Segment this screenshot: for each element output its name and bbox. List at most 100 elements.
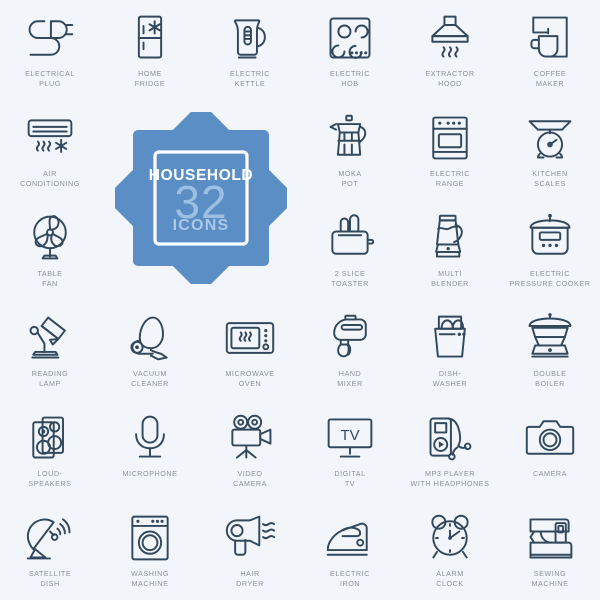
badge-star-shape bbox=[115, 112, 287, 284]
reading-lamp-icon bbox=[21, 312, 79, 364]
electric-hob-icon bbox=[321, 12, 379, 64]
satellite-dish-icon bbox=[21, 512, 79, 564]
icon-label: ELECTRIC RANGE bbox=[430, 169, 470, 189]
icon-label: COFFEE MAKER bbox=[533, 69, 567, 89]
air-conditioning-icon bbox=[21, 112, 79, 164]
icon-label: CAMERA bbox=[532, 469, 568, 478]
icon-cell-loudspeakers[interactable]: LOUD- SPEAKERS bbox=[0, 400, 100, 500]
sewing-machine-icon bbox=[521, 512, 579, 564]
icon-label: 2 SLICE TOASTER bbox=[331, 269, 369, 289]
loudspeakers-icon bbox=[21, 412, 79, 464]
icon-cell-extractor-hood[interactable]: EXTRACTOR HOOD bbox=[400, 0, 500, 100]
icon-label: ELECTRIC PRESSURE COOKER bbox=[509, 269, 591, 289]
washing-machine-icon bbox=[121, 512, 179, 564]
digital-tv-icon: TV bbox=[321, 412, 379, 464]
icon-cell-microphone[interactable]: MICROPHONE bbox=[100, 400, 200, 500]
electric-kettle-icon bbox=[221, 12, 279, 64]
icon-cell-electrical-plug[interactable]: ELECTRICAL PLUG bbox=[0, 0, 100, 100]
icon-label: HOME FRIDGE bbox=[134, 69, 166, 89]
icon-cell-two-slice-toaster[interactable]: 2 SLICE TOASTER bbox=[300, 200, 400, 300]
video-camera-icon bbox=[221, 412, 279, 464]
icon-label: ELECTRIC IRON bbox=[330, 569, 370, 589]
alarm-clock-icon bbox=[421, 512, 479, 564]
icon-cell-electric-kettle[interactable]: ELECTRIC KETTLE bbox=[200, 0, 300, 100]
icon-label: DOUBLE BOILER bbox=[533, 369, 567, 389]
icon-cell-reading-lamp[interactable]: READING LAMP bbox=[0, 300, 100, 400]
two-slice-toaster-icon bbox=[321, 212, 379, 264]
icon-cell-mp3-player-with-headphones[interactable]: MP3 PLAYER WITH HEADPHONES bbox=[400, 400, 500, 500]
icon-label: LOUD- SPEAKERS bbox=[28, 469, 72, 489]
digital-tv-screen-text: TV bbox=[341, 428, 360, 444]
icon-cell-air-conditioning[interactable]: AIR CONDITIONING bbox=[0, 100, 100, 200]
icon-cell-camera[interactable]: CAMERA bbox=[500, 400, 600, 500]
icon-cell-coffee-maker[interactable]: COFFEE MAKER bbox=[500, 0, 600, 100]
home-fridge-icon bbox=[121, 12, 179, 64]
icon-label: KITCHEN SCALES bbox=[532, 169, 568, 189]
icon-cell-electric-iron[interactable]: ELECTRIC IRON bbox=[300, 500, 400, 600]
icon-cell-moka-pot[interactable]: MOKA POT bbox=[300, 100, 400, 200]
icon-cell-video-camera[interactable]: VIDEO CAMERA bbox=[200, 400, 300, 500]
icon-sheet: ELECTRICAL PLUG HOME FRIDGE ELECTRIC KET… bbox=[0, 0, 600, 600]
icon-cell-alarm-clock[interactable]: ALARM CLOCK bbox=[400, 500, 500, 600]
icon-label: READING LAMP bbox=[31, 369, 69, 389]
icon-grid: ELECTRICAL PLUG HOME FRIDGE ELECTRIC KET… bbox=[0, 0, 600, 600]
electric-pressure-cooker-icon bbox=[521, 212, 579, 264]
icon-label: WASHING MACHINE bbox=[131, 569, 169, 589]
icon-cell-electric-hob[interactable]: ELECTRIC HOB bbox=[300, 0, 400, 100]
dishwasher-icon bbox=[421, 312, 479, 364]
mp3-player-with-headphones-icon bbox=[421, 412, 479, 464]
vacuum-cleaner-icon bbox=[121, 312, 179, 364]
icon-cell-table-fan[interactable]: TABLE FAN bbox=[0, 200, 100, 300]
extractor-hood-icon bbox=[421, 12, 479, 64]
icon-label: ALARM CLOCK bbox=[436, 569, 464, 589]
icon-label: VACUUM CLEANER bbox=[131, 369, 169, 389]
icon-label: SATELLITE DISH bbox=[28, 569, 72, 589]
icon-cell-electric-range[interactable]: ELECTRIC RANGE bbox=[400, 100, 500, 200]
icon-label: MICROWAVE OVEN bbox=[225, 369, 275, 389]
hair-dryer-icon bbox=[221, 512, 279, 564]
icon-cell-satellite-dish[interactable]: SATELLITE DISH bbox=[0, 500, 100, 600]
kitchen-scales-icon bbox=[521, 112, 579, 164]
icon-cell-hand-mixer[interactable]: HAND MIXER bbox=[300, 300, 400, 400]
icon-label: SEWING MACHINE bbox=[531, 569, 569, 589]
icon-label: VIDEO CAMERA bbox=[232, 469, 268, 489]
icon-label: MICROPHONE bbox=[122, 469, 178, 478]
icon-cell-sewing-machine[interactable]: SEWING MACHINE bbox=[500, 500, 600, 600]
icon-label: EXTRACTOR HOOD bbox=[425, 69, 475, 89]
moka-pot-icon bbox=[321, 112, 379, 164]
icon-cell-digital-tv[interactable]: TV DIGITAL TV bbox=[300, 400, 400, 500]
icon-label: ELECTRICAL PLUG bbox=[25, 69, 75, 89]
icon-cell-home-fridge[interactable]: HOME FRIDGE bbox=[100, 0, 200, 100]
microwave-oven-icon bbox=[221, 312, 279, 364]
electric-range-icon bbox=[421, 112, 479, 164]
icon-label: HAND MIXER bbox=[337, 369, 363, 389]
coffee-maker-icon bbox=[521, 12, 579, 64]
icon-label: MP3 PLAYER WITH HEADPHONES bbox=[410, 469, 490, 489]
household-icons-badge: HOUSEHOLD 32 ICONS bbox=[115, 112, 287, 284]
badge-star-group bbox=[115, 112, 287, 284]
icon-cell-hair-dryer[interactable]: HAIR DRYER bbox=[200, 500, 300, 600]
electric-iron-icon bbox=[321, 512, 379, 564]
icon-cell-double-boiler[interactable]: DOUBLE BOILER bbox=[500, 300, 600, 400]
icon-cell-dishwasher[interactable]: DISH- WASHER bbox=[400, 300, 500, 400]
icon-label: HAIR DRYER bbox=[236, 569, 264, 589]
microphone-icon bbox=[121, 412, 179, 464]
icon-cell-multi-blender[interactable]: MULTI BLENDER bbox=[400, 200, 500, 300]
icon-cell-vacuum-cleaner[interactable]: VACUUM CLEANER bbox=[100, 300, 200, 400]
icon-label: TABLE FAN bbox=[37, 269, 63, 289]
icon-label: DISH- WASHER bbox=[432, 369, 468, 389]
icon-label: ELECTRIC KETTLE bbox=[230, 69, 270, 89]
icon-label: AIR CONDITIONING bbox=[20, 169, 80, 189]
double-boiler-icon bbox=[521, 312, 579, 364]
table-fan-icon bbox=[21, 212, 79, 264]
icon-label: MOKA POT bbox=[338, 169, 362, 189]
icon-cell-microwave-oven[interactable]: MICROWAVE OVEN bbox=[200, 300, 300, 400]
camera-icon bbox=[521, 412, 579, 464]
icon-cell-electric-pressure-cooker[interactable]: ELECTRIC PRESSURE COOKER bbox=[500, 200, 600, 300]
multi-blender-icon bbox=[421, 212, 479, 264]
electrical-plug-icon bbox=[21, 12, 79, 64]
icon-cell-washing-machine[interactable]: WASHING MACHINE bbox=[100, 500, 200, 600]
icon-cell-kitchen-scales[interactable]: KITCHEN SCALES bbox=[500, 100, 600, 200]
icon-label: ELECTRIC HOB bbox=[330, 69, 370, 89]
hand-mixer-icon bbox=[321, 312, 379, 364]
